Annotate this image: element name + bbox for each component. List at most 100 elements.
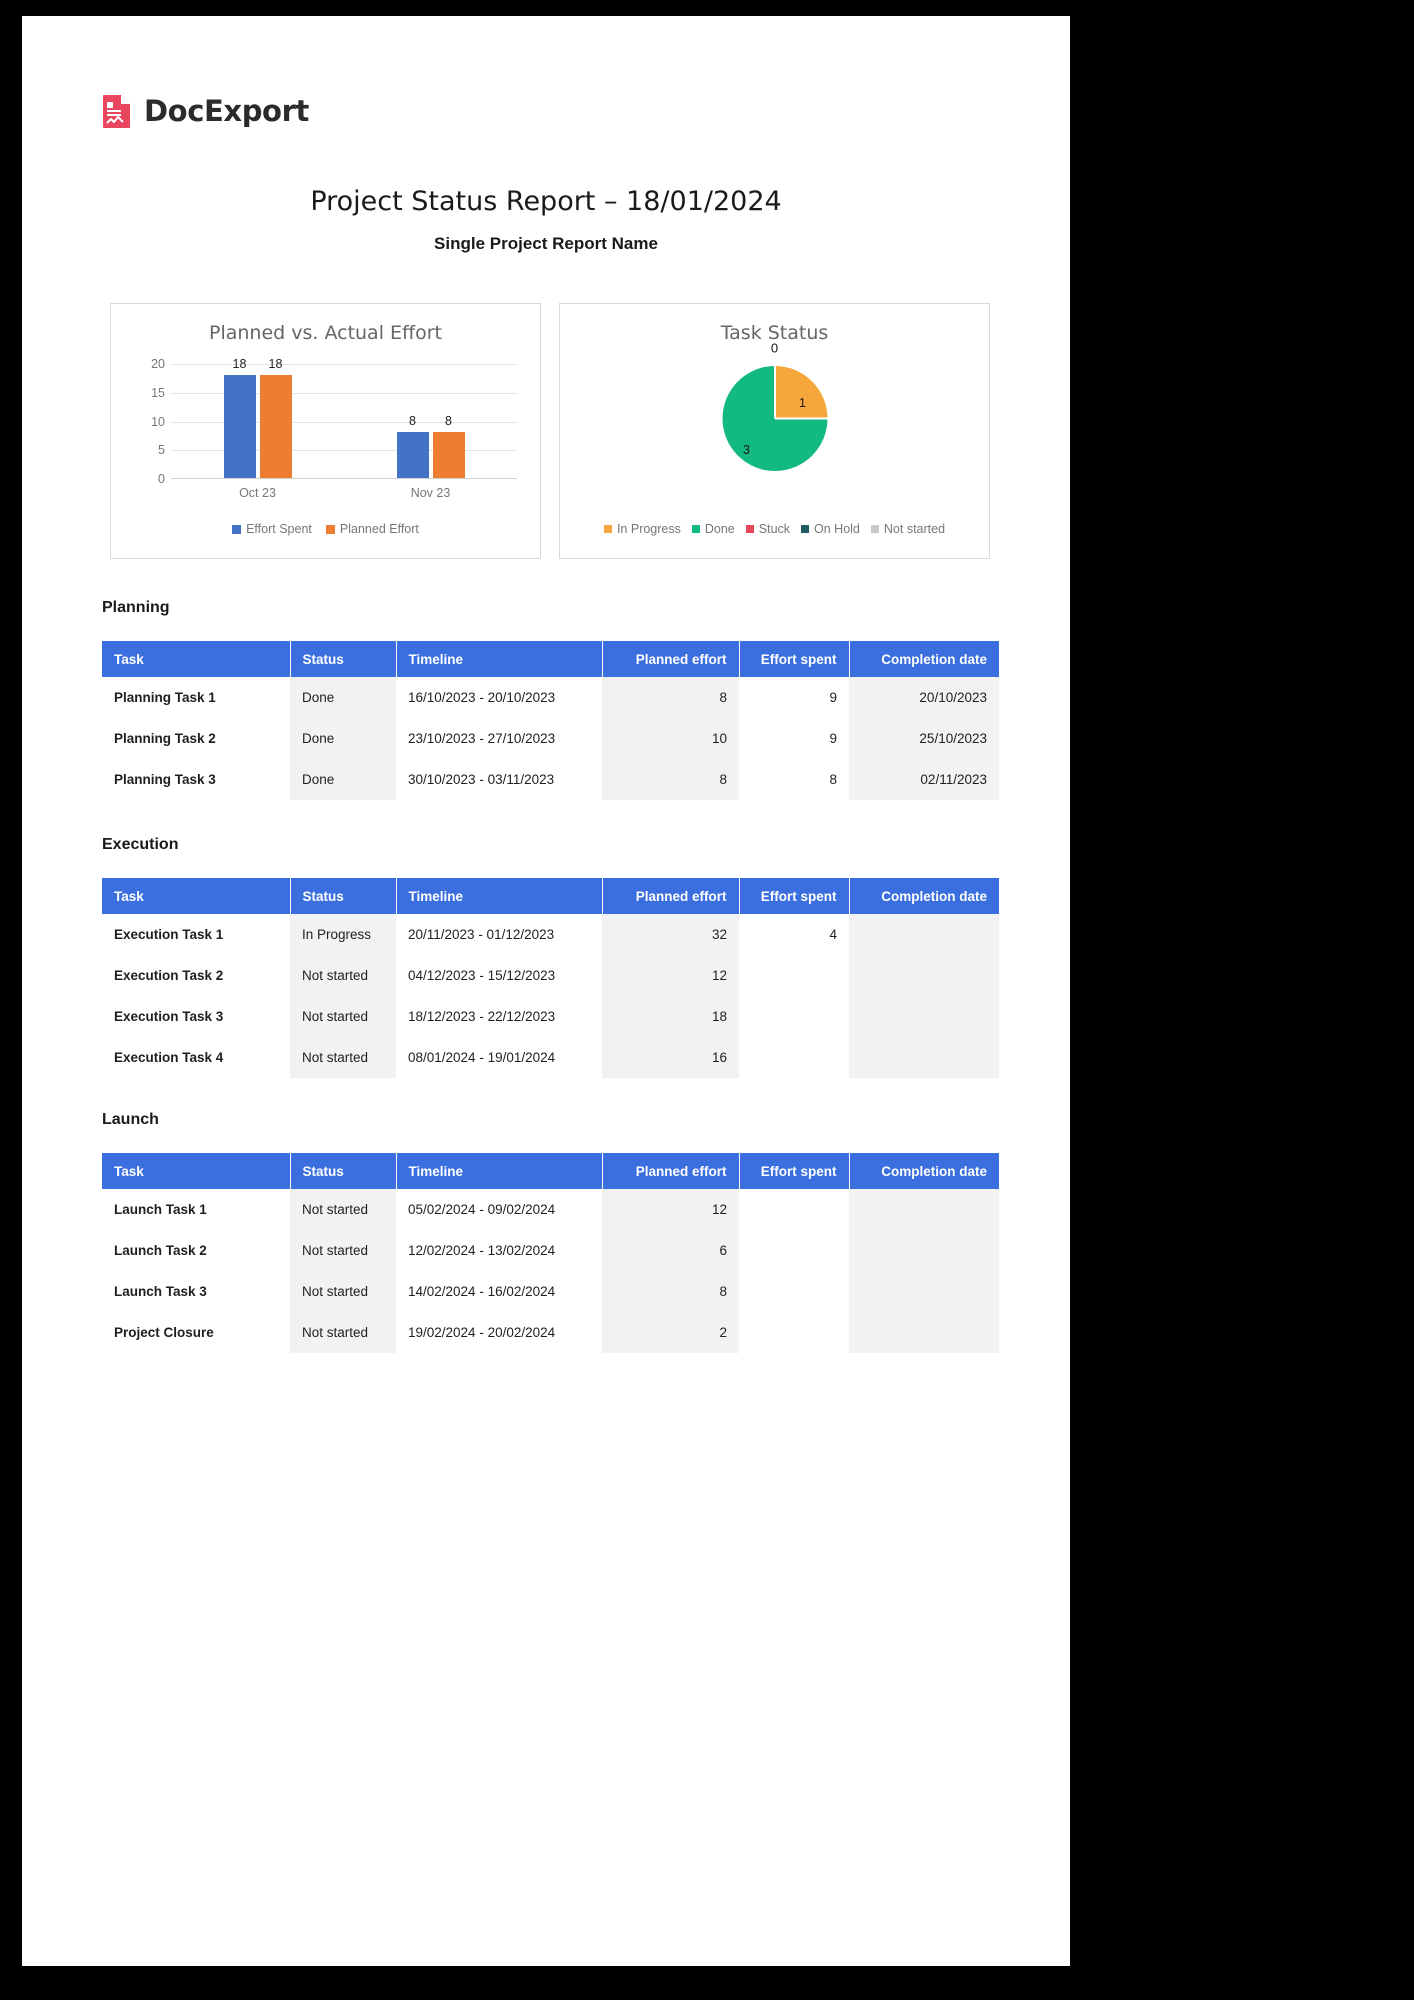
report-page: DocExport Project Status Report – 18/01/… — [22, 16, 1070, 1966]
cell-timeline: 12/02/2024 - 13/02/2024 — [396, 1230, 602, 1271]
bar-chart-grid: 1818Oct 2388Nov 23 — [171, 364, 517, 479]
cell-status: Not started — [290, 1037, 396, 1078]
y-tick-label: 5 — [158, 443, 165, 457]
cell-timeline: 14/02/2024 - 16/02/2024 — [396, 1271, 602, 1312]
column-header-effort-spent[interactable]: Effort spent — [739, 878, 849, 914]
legend-item: Planned Effort — [326, 522, 419, 536]
column-header-planned-effort[interactable]: Planned effort — [602, 641, 739, 677]
column-header-status[interactable]: Status — [290, 878, 396, 914]
cell-effort-spent: 9 — [739, 718, 849, 759]
x-axis-line — [171, 478, 517, 479]
cell-effort-spent: 4 — [739, 914, 849, 955]
table-row: Execution Task 3Not started18/12/2023 - … — [102, 996, 999, 1037]
section-heading-planning: Planning — [102, 599, 170, 617]
table-row: Project ClosureNot started19/02/2024 - 2… — [102, 1312, 999, 1353]
cell-planned-effort: 16 — [602, 1037, 739, 1078]
cell-planned-effort: 6 — [602, 1230, 739, 1271]
table-row: Execution Task 2Not started04/12/2023 - … — [102, 955, 999, 996]
cell-timeline: 18/12/2023 - 22/12/2023 — [396, 996, 602, 1037]
column-header-task[interactable]: Task — [102, 1153, 290, 1189]
cell-task: Project Closure — [102, 1312, 290, 1353]
cell-planned-effort: 12 — [602, 955, 739, 996]
column-header-effort-spent[interactable]: Effort spent — [739, 1153, 849, 1189]
cell-task: Launch Task 2 — [102, 1230, 290, 1271]
task-status-chart: Task Status 013 In ProgressDoneStuckOn H… — [559, 303, 990, 559]
bar-chart-title: Planned vs. Actual Effort — [111, 322, 540, 344]
y-tick-label: 0 — [158, 472, 165, 486]
bar-planned-effort — [433, 432, 465, 478]
bar-value-label: 8 — [445, 414, 452, 428]
cell-completion-date — [849, 914, 999, 955]
table-header-row: TaskStatusTimelinePlanned effortEffort s… — [102, 641, 999, 677]
cell-effort-spent — [739, 1037, 849, 1078]
table-launch: TaskStatusTimelinePlanned effortEffort s… — [102, 1153, 999, 1353]
column-header-completion-date[interactable]: Completion date — [849, 641, 999, 677]
column-header-timeline[interactable]: Timeline — [396, 878, 602, 914]
cell-planned-effort: 10 — [602, 718, 739, 759]
bar-value-label: 18 — [269, 357, 283, 371]
column-header-task[interactable]: Task — [102, 878, 290, 914]
cell-planned-effort: 18 — [602, 996, 739, 1037]
column-header-status[interactable]: Status — [290, 641, 396, 677]
table-planning: TaskStatusTimelinePlanned effortEffort s… — [102, 641, 999, 800]
legend-item: Not started — [871, 522, 945, 536]
cell-planned-effort: 8 — [602, 759, 739, 800]
column-header-task[interactable]: Task — [102, 641, 290, 677]
cell-status: In Progress — [290, 914, 396, 955]
page-subtitle: Single Project Report Name — [22, 234, 1070, 254]
legend-swatch-icon — [746, 525, 754, 533]
document-export-icon — [102, 94, 132, 128]
column-header-status[interactable]: Status — [290, 1153, 396, 1189]
cell-status: Done — [290, 718, 396, 759]
cell-effort-spent — [739, 996, 849, 1037]
cell-status: Not started — [290, 1230, 396, 1271]
legend-label: In Progress — [617, 522, 681, 536]
bar-planned-effort — [260, 375, 292, 479]
table-row: Planning Task 2Done23/10/2023 - 27/10/20… — [102, 718, 999, 759]
column-header-timeline[interactable]: Timeline — [396, 1153, 602, 1189]
y-tick-label: 20 — [151, 357, 165, 371]
legend-swatch-icon — [326, 525, 335, 534]
pie-label-zero: 0 — [771, 341, 778, 356]
cell-status: Not started — [290, 996, 396, 1037]
column-header-completion-date[interactable]: Completion date — [849, 878, 999, 914]
cell-planned-effort: 8 — [602, 677, 739, 718]
legend-swatch-icon — [871, 525, 879, 533]
column-header-planned-effort[interactable]: Planned effort — [602, 1153, 739, 1189]
table-row: Launch Task 2Not started12/02/2024 - 13/… — [102, 1230, 999, 1271]
pie-chart-legend: In ProgressDoneStuckOn HoldNot started — [560, 522, 989, 536]
page-title: Project Status Report – 18/01/2024 — [22, 186, 1070, 217]
cell-status: Not started — [290, 1189, 396, 1230]
column-header-planned-effort[interactable]: Planned effort — [602, 878, 739, 914]
cell-timeline: 23/10/2023 - 27/10/2023 — [396, 718, 602, 759]
cell-completion-date — [849, 1230, 999, 1271]
brand-logo: DocExport — [102, 94, 309, 128]
cell-completion-date: 02/11/2023 — [849, 759, 999, 800]
cell-timeline: 19/02/2024 - 20/02/2024 — [396, 1312, 602, 1353]
cell-task: Launch Task 1 — [102, 1189, 290, 1230]
legend-item: Stuck — [746, 522, 790, 536]
table-row: Execution Task 4Not started08/01/2024 - … — [102, 1037, 999, 1078]
table-row: Launch Task 1Not started05/02/2024 - 09/… — [102, 1189, 999, 1230]
cell-completion-date — [849, 1312, 999, 1353]
gridline — [171, 364, 517, 365]
column-header-effort-spent[interactable]: Effort spent — [739, 641, 849, 677]
legend-swatch-icon — [801, 525, 809, 533]
table-row: Planning Task 3Done30/10/2023 - 03/11/20… — [102, 759, 999, 800]
column-header-completion-date[interactable]: Completion date — [849, 1153, 999, 1189]
column-header-timeline[interactable]: Timeline — [396, 641, 602, 677]
cell-task: Execution Task 2 — [102, 955, 290, 996]
pie-chart-plot: 013 — [560, 366, 989, 496]
cell-status: Not started — [290, 1271, 396, 1312]
cell-completion-date — [849, 955, 999, 996]
cell-planned-effort: 8 — [602, 1271, 739, 1312]
section-heading-launch: Launch — [102, 1111, 159, 1129]
legend-label: Not started — [884, 522, 945, 536]
cell-timeline: 16/10/2023 - 20/10/2023 — [396, 677, 602, 718]
cell-effort-spent: 9 — [739, 677, 849, 718]
legend-item: In Progress — [604, 522, 681, 536]
legend-label: On Hold — [814, 522, 860, 536]
planned-vs-actual-effort-chart: Planned vs. Actual Effort 051015201818Oc… — [110, 303, 541, 559]
cell-completion-date: 20/10/2023 — [849, 677, 999, 718]
cell-task: Execution Task 3 — [102, 996, 290, 1037]
